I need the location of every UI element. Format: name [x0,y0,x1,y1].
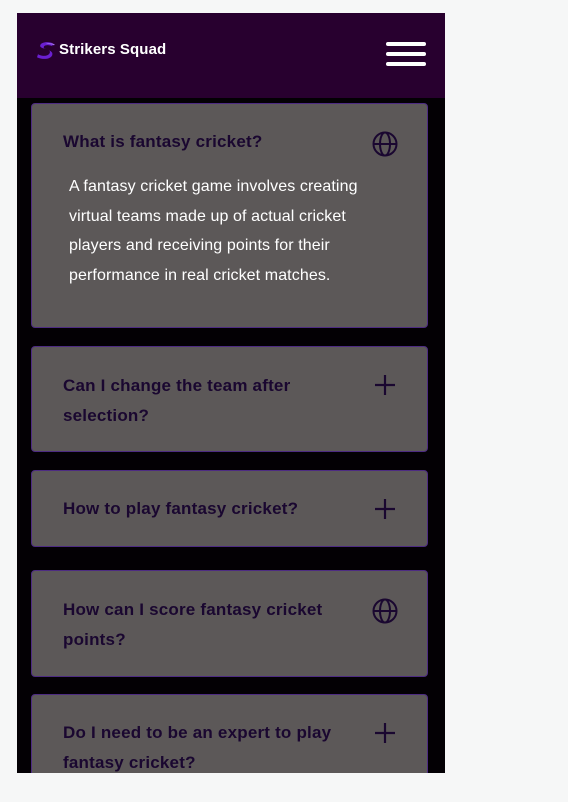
brand-logo[interactable]: Strikers Squad [36,40,166,60]
faq-item[interactable]: How can I score fantasy cricket points? [31,570,428,677]
faq-item[interactable]: Can I change the team after selection? [31,346,428,452]
faq-item[interactable]: Do I need to be an expert to play fantas… [31,694,428,773]
s-swoosh-logo-icon [37,42,55,59]
faq-item[interactable]: What is fantasy cricket? A fantasy crick… [31,103,428,328]
site-header: Strikers Squad [17,13,445,98]
menu-bar-bottom [386,62,426,66]
menu-bar-top [386,42,426,46]
faq-item[interactable]: How to play fantasy cricket? [31,470,428,547]
plus-icon[interactable] [371,495,399,523]
faq-question[interactable]: Can I change the team after selection? [63,371,353,431]
globe-icon[interactable] [371,130,399,158]
faq-question[interactable]: How can I score fantasy cricket points? [63,595,353,655]
app-viewport: Strikers Squad What is fantasy cricket? … [17,13,445,773]
globe-icon[interactable] [371,597,399,625]
faq-question[interactable]: What is fantasy cricket? [63,127,353,157]
brand-name: Strikers Squad [59,41,167,58]
faq-question[interactable]: Do I need to be an expert to play fantas… [63,718,358,773]
menu-bar-middle [386,52,426,56]
faq-answer: A fantasy cricket game involves creating… [69,178,358,284]
hamburger-menu-icon[interactable] [384,39,428,69]
faq-question[interactable]: How to play fantasy cricket? [63,494,363,524]
plus-icon[interactable] [371,719,399,747]
plus-icon[interactable] [371,371,399,399]
